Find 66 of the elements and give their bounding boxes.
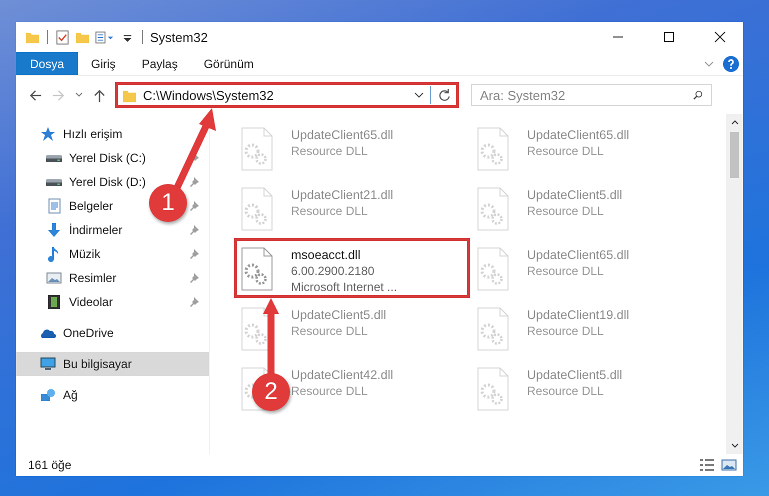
dll-file-icon	[241, 127, 273, 171]
ribbon-tab[interactable]: Paylaş	[128, 52, 191, 75]
dll-file-icon	[477, 247, 509, 291]
sidebar-item[interactable]: Belgeler	[46, 194, 114, 218]
dll-file-icon	[241, 187, 273, 231]
drive-icon	[46, 154, 62, 162]
sidebar-item[interactable]: Ağ	[40, 383, 78, 407]
file-detail: Microsoft Internet ...	[291, 279, 398, 295]
dll-file-icon	[241, 247, 273, 291]
sidebar-item[interactable]: Yerel Disk (C:)	[46, 146, 146, 170]
window-title: System32	[150, 30, 208, 44]
sidebar-item[interactable]: Müzik	[46, 242, 100, 266]
large-icons-view-icon[interactable]	[721, 457, 737, 473]
checklist-icon	[55, 30, 70, 44]
file-detail: Resource DLL	[291, 203, 369, 219]
sidebar-item[interactable]: Resimler	[46, 266, 116, 290]
search-field[interactable]: Ara: System32	[471, 84, 712, 106]
dll-file-icon	[477, 367, 509, 411]
star-icon	[40, 126, 56, 142]
file-detail: Resource DLL	[527, 383, 605, 399]
sidebar-item[interactable]: Yerel Disk (D:)	[46, 170, 146, 194]
dll-file-icon	[477, 187, 509, 231]
drive-icon	[46, 178, 62, 186]
file-item[interactable]: msoeacct.dll 6.00.2900.2180 Microsoft Internet ...	[234, 238, 470, 298]
file-detail: 6.00.2900.2180	[291, 263, 376, 279]
pin-icon[interactable]	[189, 201, 199, 211]
file-detail: Resource DLL	[527, 143, 605, 159]
network-icon	[40, 387, 56, 403]
pin-icon[interactable]	[189, 225, 199, 235]
image-icon	[46, 270, 62, 286]
document-icon	[46, 198, 62, 214]
file-detail: Resource DLL	[291, 383, 369, 399]
address-path: C:\Windows\System32	[143, 88, 275, 102]
file-name[interactable]: msoeacct.dll	[291, 247, 398, 263]
download-arrow-icon	[46, 222, 62, 238]
chevron-down-icon[interactable]	[414, 90, 424, 100]
file-detail: Resource DLL	[291, 143, 369, 159]
ribbon-tab[interactable]: Görünüm	[190, 52, 267, 75]
file-detail: Resource DLL	[291, 323, 369, 339]
scroll-thumb[interactable]	[730, 132, 739, 178]
pin-icon[interactable]	[189, 177, 199, 187]
up-arrow-icon[interactable]	[92, 88, 107, 102]
sidebar-item[interactable]: Videolar	[46, 290, 113, 314]
back-arrow-icon[interactable]	[28, 88, 43, 102]
item-count: 161 öğe	[28, 458, 72, 472]
ribbon-tab[interactable]: Dosya	[16, 52, 78, 75]
ribbon-tab[interactable]: Giriş	[78, 52, 129, 75]
file-detail: Resource DLL	[527, 263, 605, 279]
monitor-icon	[40, 356, 56, 372]
file-detail: Resource DLL	[527, 323, 605, 339]
help-icon[interactable]	[723, 56, 739, 72]
film-icon	[46, 294, 62, 310]
pin-icon[interactable]	[189, 273, 199, 283]
dll-file-icon	[477, 307, 509, 351]
sidebar-item[interactable]: İndirmeler	[46, 218, 122, 242]
file-detail: Resource DLL	[527, 203, 605, 219]
details-view-icon[interactable]	[699, 457, 715, 473]
dll-file-icon	[477, 127, 509, 171]
refresh-icon[interactable]	[437, 88, 452, 102]
pin-icon[interactable]	[189, 297, 199, 307]
sidebar-item[interactable]: Hızlı erişim	[40, 122, 122, 146]
pin-icon[interactable]	[189, 249, 199, 259]
search-icon[interactable]	[693, 90, 703, 100]
address-bar[interactable]: C:\Windows\System32	[115, 82, 459, 108]
sidebar-item[interactable]: OneDrive	[40, 321, 114, 345]
properties-icon	[95, 30, 115, 44]
